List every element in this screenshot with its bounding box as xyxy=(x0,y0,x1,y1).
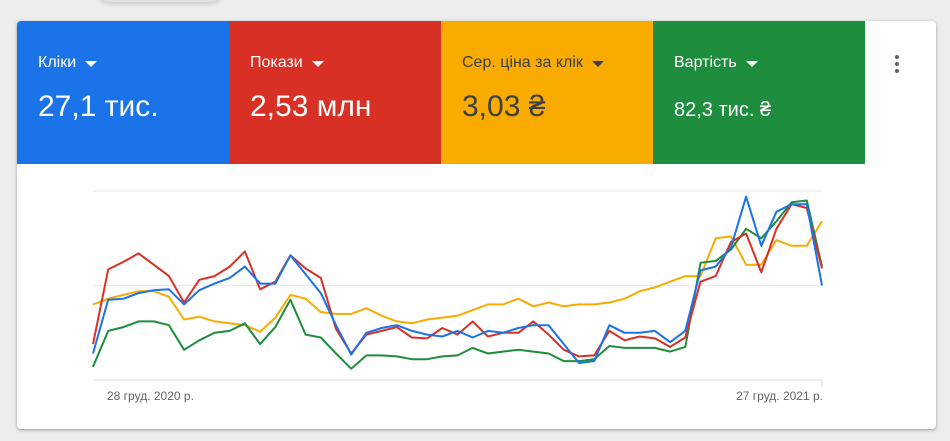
x-axis-end-label: 27 груд. 2021 р. xyxy=(736,389,823,403)
performance-card: Кліки 27,1 тис. Покази 2,53 млн Сер. цін… xyxy=(17,21,936,429)
previous-card-shadow xyxy=(100,0,220,2)
x-axis-start-label: 28 груд. 2020 р. xyxy=(107,389,194,403)
series-line-1 xyxy=(92,203,823,358)
performance-line-chart xyxy=(92,190,823,386)
series-line-3 xyxy=(92,199,823,370)
